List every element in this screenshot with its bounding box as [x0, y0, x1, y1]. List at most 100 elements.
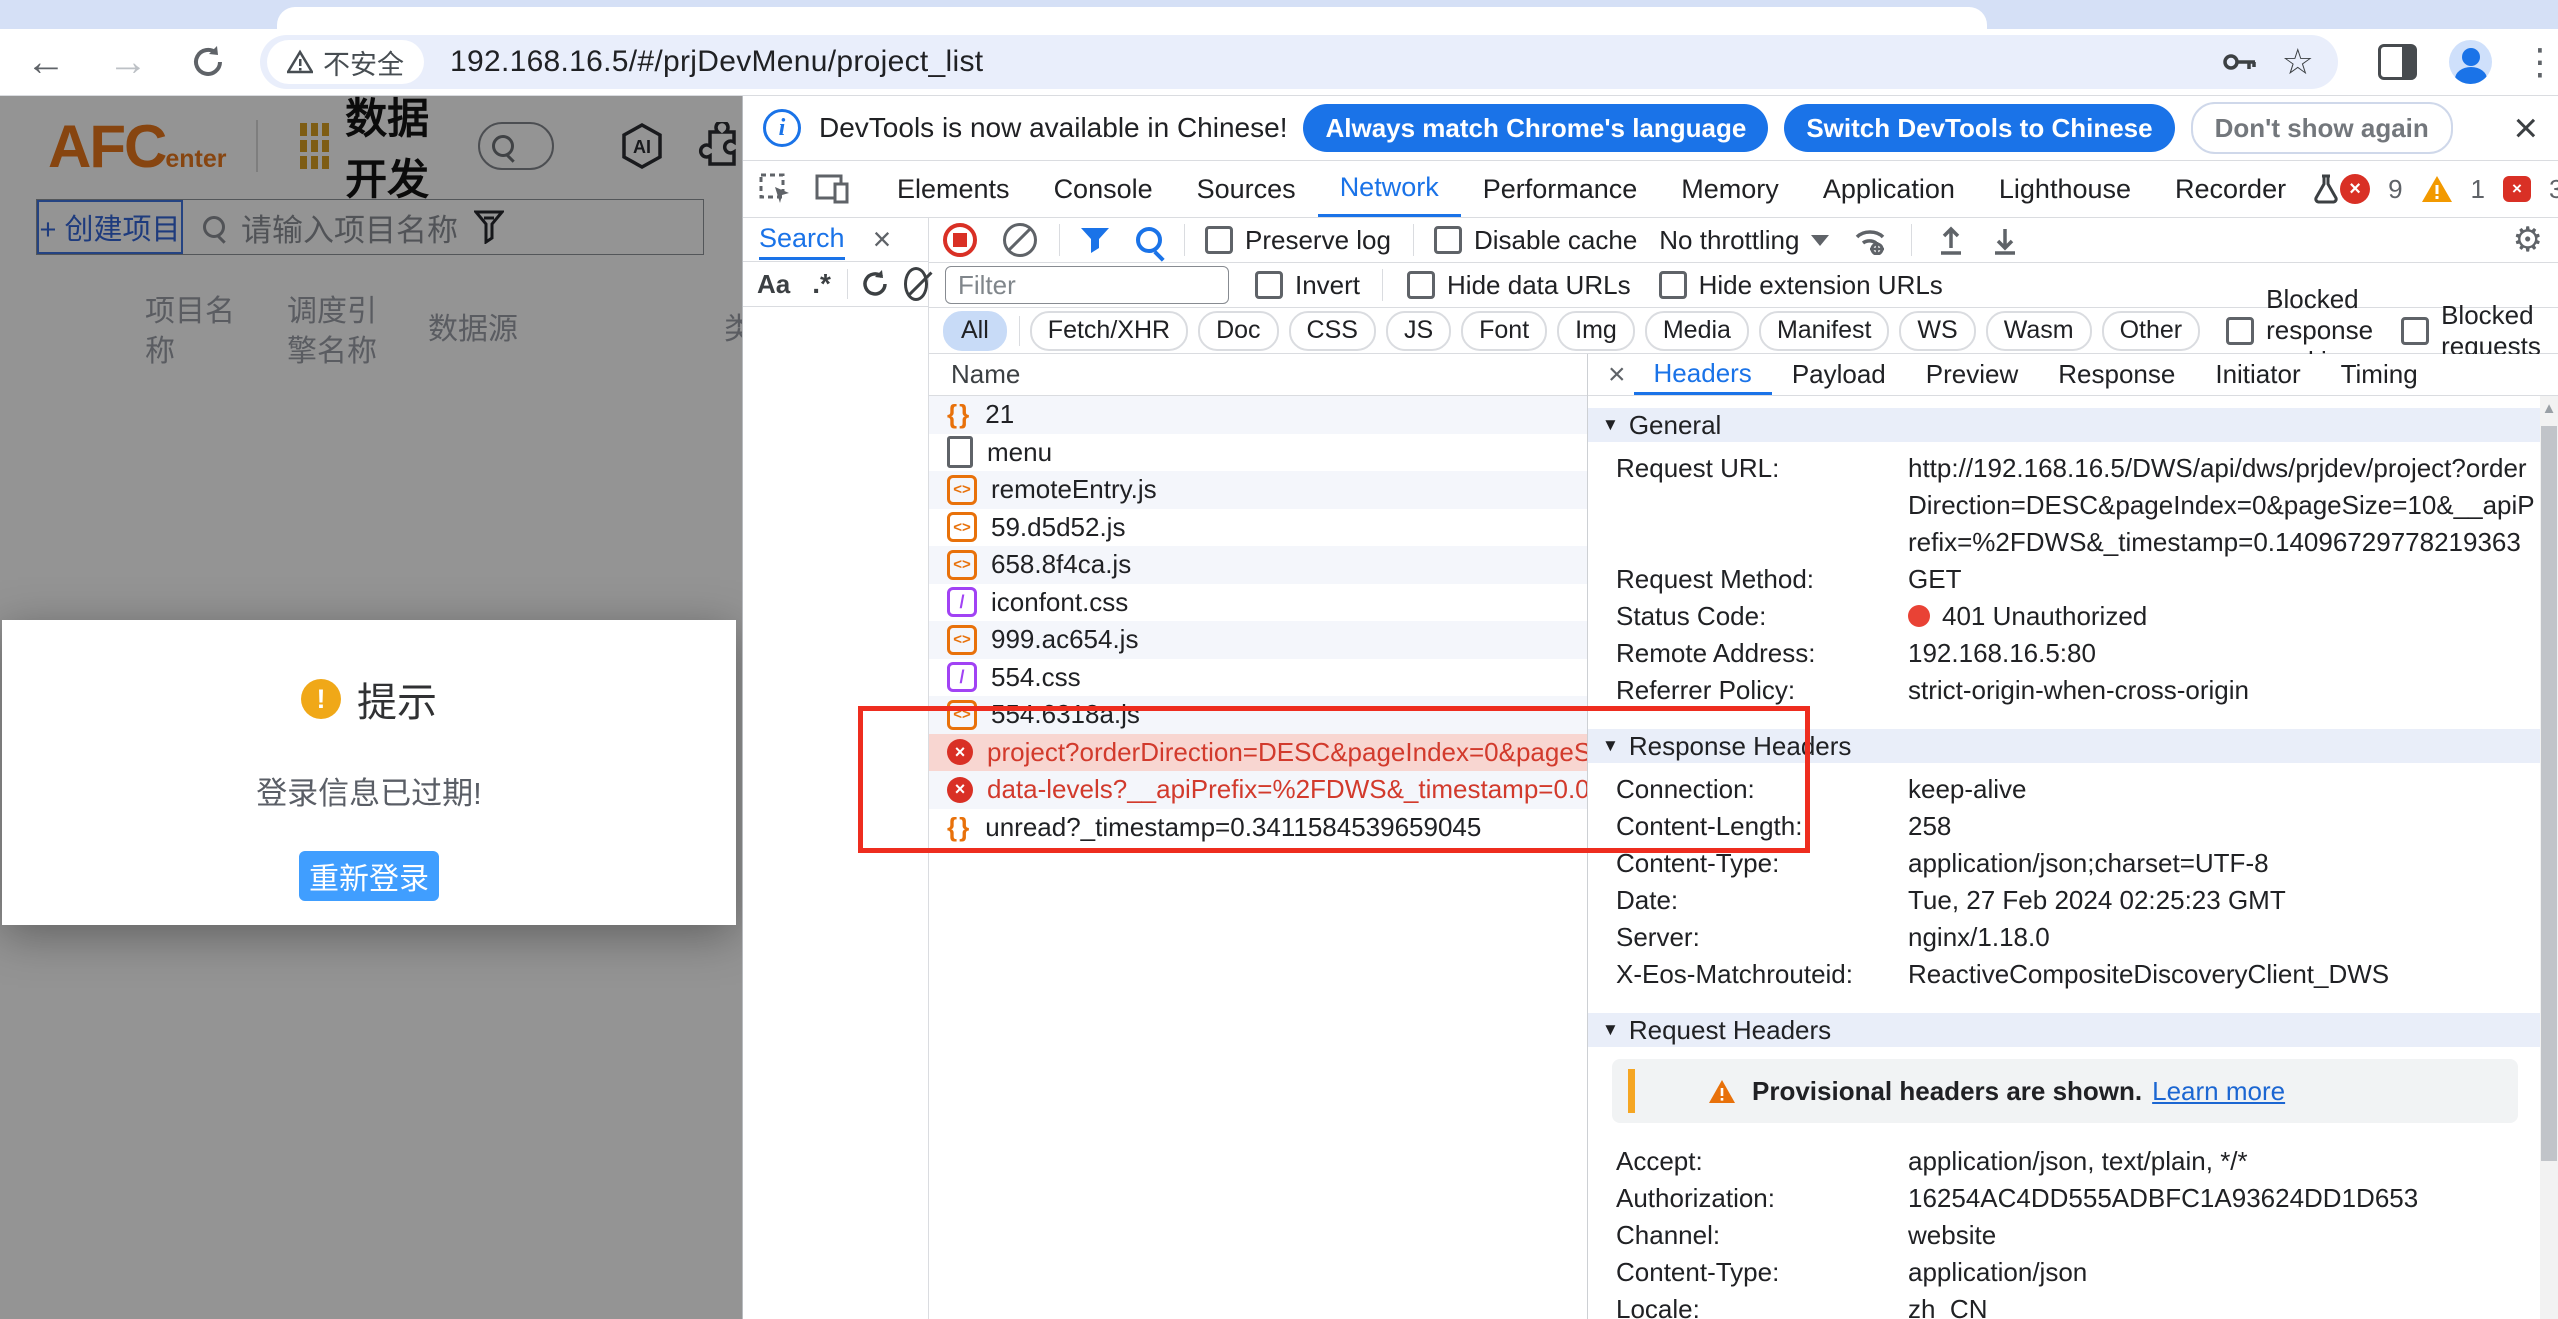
browser-active-tab[interactable] [277, 7, 1987, 29]
scrollbar-up-icon[interactable]: ▲ [2540, 400, 2558, 417]
detail-tab-initiator[interactable]: Initiator [2195, 354, 2320, 395]
request-row[interactable]: <>554.6318a.js [929, 696, 1587, 734]
devtools-tab-lighthouse[interactable]: Lighthouse [1977, 161, 2153, 217]
request-row[interactable]: <>59.d5d52.js [929, 509, 1587, 547]
switch-to-chinese-button[interactable]: Switch DevTools to Chinese [1784, 104, 2174, 152]
checkbox-blocked-requests[interactable]: Blocked requests [2401, 300, 2541, 362]
request-row[interactable]: {}unread?_timestamp=0.3411584539659045 [929, 809, 1587, 847]
request-row[interactable]: menu [929, 434, 1587, 472]
search-clear-icon[interactable] [904, 267, 928, 301]
type-chip-doc[interactable]: Doc [1198, 311, 1278, 351]
devtools-tab-memory[interactable]: Memory [1659, 161, 1801, 217]
match-case-toggle[interactable]: Aa [757, 269, 790, 300]
throttling-dropdown[interactable]: No throttling [1659, 225, 1829, 256]
detail-close-icon[interactable]: × [1608, 360, 1626, 390]
search-tab[interactable]: Search [759, 219, 845, 260]
forward-icon[interactable]: → [108, 42, 148, 82]
detail-tab-headers[interactable]: Headers [1634, 354, 1772, 395]
detail-tab-preview[interactable]: Preview [1906, 354, 2038, 395]
relogin-button[interactable]: 重新登录 [299, 851, 439, 901]
type-chip-ws[interactable]: WS [1899, 311, 1975, 351]
devtools-tab-application[interactable]: Application [1801, 161, 1977, 217]
section-header[interactable]: ▼Request Headers [1588, 1013, 2540, 1047]
profile-avatar[interactable] [2449, 40, 2492, 84]
request-row[interactable]: /iconfont.css [929, 584, 1587, 622]
network-settings-icon[interactable]: ⚙ [2513, 223, 2543, 257]
type-chip-all[interactable]: All [943, 311, 1007, 351]
request-table-header[interactable]: Name [929, 354, 1587, 396]
disable-cache-checkbox[interactable]: Disable cache [1434, 225, 1637, 256]
header-value: keep-alive [1908, 771, 2540, 808]
issues-count[interactable]: 3 [2549, 174, 2558, 205]
devtools-tab-sources[interactable]: Sources [1175, 161, 1318, 217]
request-row[interactable]: <>999.ac654.js [929, 621, 1587, 659]
request-row[interactable]: ×project?orderDirection=DESC&pageIndex=0… [929, 734, 1587, 772]
devtools-tab-performance[interactable]: Performance [1461, 161, 1660, 217]
export-har-icon[interactable] [1990, 224, 2020, 256]
type-chip-img[interactable]: Img [1557, 311, 1635, 351]
name-column-header[interactable]: Name [951, 359, 1020, 390]
invert-checkbox[interactable]: Invert [1255, 270, 1360, 301]
type-chip-other[interactable]: Other [2102, 311, 2201, 351]
record-icon[interactable] [943, 223, 977, 257]
type-chip-manifest[interactable]: Manifest [1759, 311, 1889, 351]
issues-icon[interactable]: × [2503, 176, 2531, 202]
hide-extension-urls-checkbox[interactable]: Hide extension URLs [1659, 270, 1943, 301]
browser-menu-icon[interactable]: ⋮ [2522, 41, 2558, 83]
search-close-icon[interactable]: × [873, 221, 892, 258]
type-chip-css[interactable]: CSS [1289, 311, 1376, 351]
detail-tab-timing[interactable]: Timing [2321, 354, 2438, 395]
url-text[interactable]: 192.168.16.5/#/prjDevMenu/project_list [450, 45, 983, 79]
request-row[interactable]: /554.css [929, 659, 1587, 697]
warnings-icon[interactable] [2421, 175, 2453, 203]
scrollbar-thumb[interactable] [2541, 426, 2557, 1161]
type-chip-wasm[interactable]: Wasm [1986, 311, 2092, 351]
detail-tab-payload[interactable]: Payload [1772, 354, 1906, 395]
regex-toggle[interactable]: .* [812, 268, 831, 300]
preserve-log-checkbox[interactable]: Preserve log [1205, 225, 1391, 256]
error-icon: × [947, 739, 973, 765]
request-row[interactable]: <>remoteEntry.js [929, 471, 1587, 509]
bookmark-star-icon[interactable]: ☆ [2282, 41, 2314, 83]
side-panel-icon[interactable] [2378, 44, 2417, 80]
devtools-tab-elements[interactable]: Elements [875, 161, 1032, 217]
password-key-icon[interactable] [2222, 50, 2258, 74]
request-row[interactable]: {}21 [929, 396, 1587, 434]
address-bar[interactable]: 不安全 192.168.16.5/#/prjDevMenu/project_li… [260, 35, 2338, 89]
devtools-tab-network[interactable]: Network [1318, 161, 1461, 217]
device-toolbar-icon[interactable] [815, 174, 849, 204]
errors-count[interactable]: 9 [2388, 174, 2402, 205]
hide-data-urls-checkbox[interactable]: Hide data URLs [1407, 270, 1631, 301]
filter-input[interactable]: Filter [945, 266, 1229, 304]
reload-icon[interactable] [190, 44, 226, 80]
request-row[interactable]: ×data-levels?__apiPrefix=%2FDWS&_timesta… [929, 771, 1587, 809]
type-chip-js[interactable]: JS [1386, 311, 1451, 351]
devtools-tab-console[interactable]: Console [1032, 161, 1175, 217]
devtools-tab-recorder[interactable]: Recorder [2153, 161, 2308, 217]
network-conditions-icon[interactable] [1853, 225, 1889, 255]
import-har-icon[interactable] [1936, 224, 1966, 256]
type-chip-media[interactable]: Media [1645, 311, 1749, 351]
search-refresh-icon[interactable] [860, 269, 890, 299]
section-header[interactable]: ▼General [1588, 408, 2540, 442]
type-chip-fetch-xhr[interactable]: Fetch/XHR [1030, 311, 1188, 351]
detail-tab-response[interactable]: Response [2038, 354, 2195, 395]
back-icon[interactable]: ← [26, 42, 66, 82]
section-header[interactable]: ▼Response Headers [1588, 729, 2540, 763]
filter-funnel-icon[interactable] [1080, 227, 1110, 253]
type-chip-font[interactable]: Font [1461, 311, 1547, 351]
inspect-icon[interactable] [759, 173, 791, 205]
header-value: 401 Unauthorized [1908, 598, 2540, 635]
search-network-icon[interactable] [1136, 227, 1162, 253]
header-value: zh_CN [1908, 1291, 2540, 1319]
request-row[interactable]: <>658.8f4ca.js [929, 546, 1587, 584]
learn-more-link[interactable]: Learn more [2152, 1076, 2285, 1107]
match-language-button[interactable]: Always match Chrome's language [1303, 104, 1768, 152]
dont-show-again-button[interactable]: Don't show again [2191, 102, 2453, 154]
clear-icon[interactable] [1003, 223, 1037, 257]
errors-icon[interactable]: × [2340, 174, 2370, 204]
security-chip[interactable]: 不安全 [267, 40, 424, 84]
notification-close-icon[interactable]: × [2513, 107, 2538, 149]
warnings-count[interactable]: 1 [2471, 174, 2485, 205]
scrollbar[interactable]: ▲ [2540, 396, 2558, 1319]
